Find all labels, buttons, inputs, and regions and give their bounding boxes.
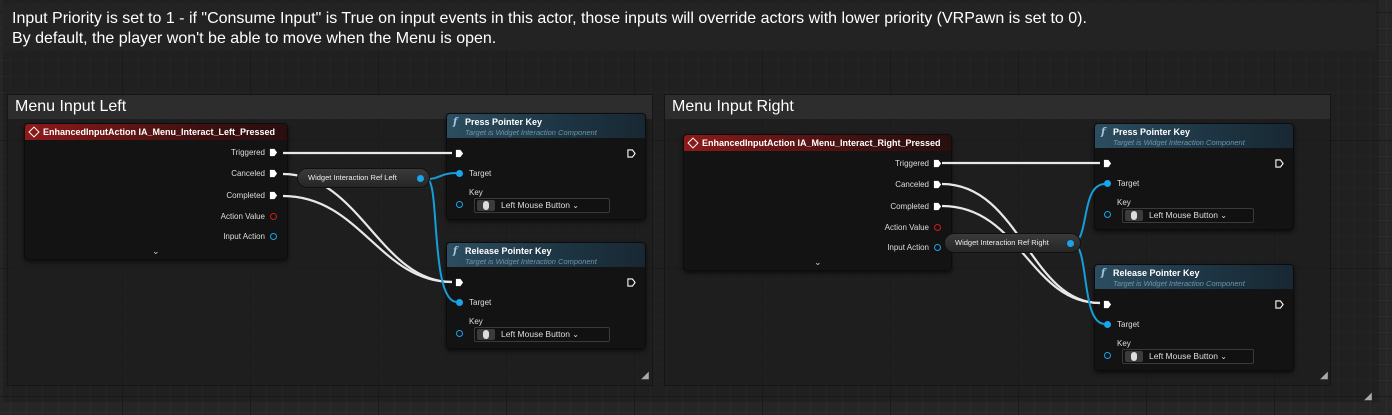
exec-pin-canceled[interactable] xyxy=(933,180,942,189)
pin-label-canceled: Canceled xyxy=(895,180,929,189)
exec-in-pin[interactable] xyxy=(1103,300,1112,309)
press-pointer-key-node-left[interactable]: f Press Pointer Key Target is Widget Int… xyxy=(446,113,646,220)
event-node-header: EnhancedInputAction IA_Menu_Interact_Rig… xyxy=(684,135,951,151)
key-value: Left Mouse Button xyxy=(501,199,579,212)
target-label: Target xyxy=(469,169,492,178)
key-value: Left Mouse Button xyxy=(1149,350,1227,363)
key-label: Key xyxy=(1117,339,1131,348)
press-pointer-key-node-right[interactable]: f Press Pointer Key Target is Widget Int… xyxy=(1094,123,1294,230)
key-label: Key xyxy=(469,188,483,197)
key-value: Left Mouse Button xyxy=(1149,209,1227,222)
exec-out-pin[interactable] xyxy=(627,149,636,158)
target-pin[interactable] xyxy=(1104,321,1111,328)
key-selector-dropdown[interactable]: Left Mouse Button xyxy=(474,198,610,213)
function-icon: f xyxy=(1101,268,1106,279)
outer-resize-grip-icon[interactable]: ◢ xyxy=(1363,392,1373,402)
release-node-header: f Release Pointer Key Target is Widget I… xyxy=(447,243,645,267)
variable-label: Widget Interaction Ref Left xyxy=(308,173,397,182)
key-selector-dropdown[interactable]: Left Mouse Button xyxy=(474,327,610,342)
release-node-subtitle: Target is Widget Interaction Component xyxy=(465,257,597,266)
exec-in-pin[interactable] xyxy=(455,278,464,287)
key-selector-dropdown[interactable]: Left Mouse Button xyxy=(1122,349,1254,364)
target-label: Target xyxy=(1117,179,1140,188)
target-label: Target xyxy=(1117,320,1140,329)
release-pointer-key-node-right[interactable]: f Release Pointer Key Target is Widget I… xyxy=(1094,264,1294,371)
mouse-icon xyxy=(1125,210,1143,221)
key-selector-dropdown[interactable]: Left Mouse Button xyxy=(1122,208,1254,223)
data-pin-action-value[interactable] xyxy=(934,224,941,231)
pin-label-canceled: Canceled xyxy=(231,169,265,178)
key-pin[interactable] xyxy=(456,330,463,337)
mouse-icon xyxy=(1125,351,1143,362)
pin-label-completed: Completed xyxy=(226,191,265,200)
left-resize-grip-icon[interactable]: ◢ xyxy=(640,371,650,381)
outer-comment-line-1: Input Priority is set to 1 - if "Consume… xyxy=(12,10,1087,27)
expand-chevron-icon[interactable]: ⌄ xyxy=(152,246,160,257)
exec-pin-canceled[interactable] xyxy=(269,169,278,178)
expand-chevron-icon[interactable]: ⌄ xyxy=(814,257,822,268)
variable-node-widget-interaction-ref-right[interactable]: Widget Interaction Ref Right xyxy=(944,233,1081,253)
exec-pin-completed[interactable] xyxy=(269,191,278,200)
variable-label: Widget Interaction Ref Right xyxy=(955,238,1049,247)
event-diamond-icon xyxy=(687,137,699,149)
mouse-icon xyxy=(477,200,495,211)
press-node-subtitle: Target is Widget Interaction Component xyxy=(1113,138,1245,147)
release-node-header: f Release Pointer Key Target is Widget I… xyxy=(1095,265,1293,289)
variable-node-widget-interaction-ref-left[interactable]: Widget Interaction Ref Left xyxy=(297,168,430,188)
key-value: Left Mouse Button xyxy=(501,328,579,341)
press-node-header: f Press Pointer Key Target is Widget Int… xyxy=(1095,124,1293,148)
pin-label-triggered: Triggered xyxy=(231,148,265,157)
exec-pin-triggered[interactable] xyxy=(269,148,278,157)
variable-output-pin[interactable] xyxy=(1067,240,1074,247)
event-node-title: EnhancedInputAction IA_Menu_Interact_Lef… xyxy=(43,127,276,137)
exec-out-pin[interactable] xyxy=(627,278,636,287)
data-pin-input-action[interactable] xyxy=(934,244,941,251)
right-resize-grip-icon[interactable]: ◢ xyxy=(1319,371,1329,381)
function-icon: f xyxy=(453,117,458,128)
event-node-title: EnhancedInputAction IA_Menu_Interact_Rig… xyxy=(702,138,941,148)
exec-out-pin[interactable] xyxy=(1275,300,1284,309)
key-pin[interactable] xyxy=(1104,211,1111,218)
data-pin-input-action[interactable] xyxy=(270,233,277,240)
function-icon: f xyxy=(1101,127,1106,138)
key-label: Key xyxy=(1117,198,1131,207)
target-pin[interactable] xyxy=(1104,180,1111,187)
event-node-left[interactable]: EnhancedInputAction IA_Menu_Interact_Lef… xyxy=(24,123,288,260)
key-pin[interactable] xyxy=(456,201,463,208)
exec-pin-triggered[interactable] xyxy=(933,159,942,168)
exec-in-pin[interactable] xyxy=(455,149,464,158)
event-node-header: EnhancedInputAction IA_Menu_Interact_Lef… xyxy=(25,124,287,140)
release-pointer-key-node-left[interactable]: f Release Pointer Key Target is Widget I… xyxy=(446,242,646,349)
target-pin[interactable] xyxy=(456,170,463,177)
pin-label-input-action: Input Action xyxy=(887,243,929,252)
mouse-icon xyxy=(477,329,495,340)
target-pin[interactable] xyxy=(456,299,463,306)
press-node-subtitle: Target is Widget Interaction Component xyxy=(465,128,597,137)
pin-label-action-value: Action Value xyxy=(220,212,265,221)
pin-label-action-value: Action Value xyxy=(884,223,929,232)
exec-pin-completed[interactable] xyxy=(933,202,942,211)
comment-title-right: Menu Input Right xyxy=(665,95,1330,119)
exec-out-pin[interactable] xyxy=(1275,159,1284,168)
pin-label-triggered: Triggered xyxy=(895,159,929,168)
key-label: Key xyxy=(469,317,483,326)
event-diamond-icon xyxy=(28,126,40,138)
pin-label-completed: Completed xyxy=(890,202,929,211)
function-icon: f xyxy=(453,246,458,257)
exec-in-pin[interactable] xyxy=(1103,159,1112,168)
outer-comment-line-2: By default, the player won't be able to … xyxy=(12,30,497,47)
target-label: Target xyxy=(469,298,492,307)
press-node-header: f Press Pointer Key Target is Widget Int… xyxy=(447,114,645,138)
variable-output-pin[interactable] xyxy=(417,175,424,182)
data-pin-action-value[interactable] xyxy=(270,213,277,220)
pin-label-input-action: Input Action xyxy=(223,232,265,241)
release-node-subtitle: Target is Widget Interaction Component xyxy=(1113,279,1245,288)
key-pin[interactable] xyxy=(1104,352,1111,359)
outer-comment-title[interactable]: Input Priority is set to 1 - if "Consume… xyxy=(3,3,1376,51)
event-node-right[interactable]: EnhancedInputAction IA_Menu_Interact_Rig… xyxy=(683,134,952,271)
